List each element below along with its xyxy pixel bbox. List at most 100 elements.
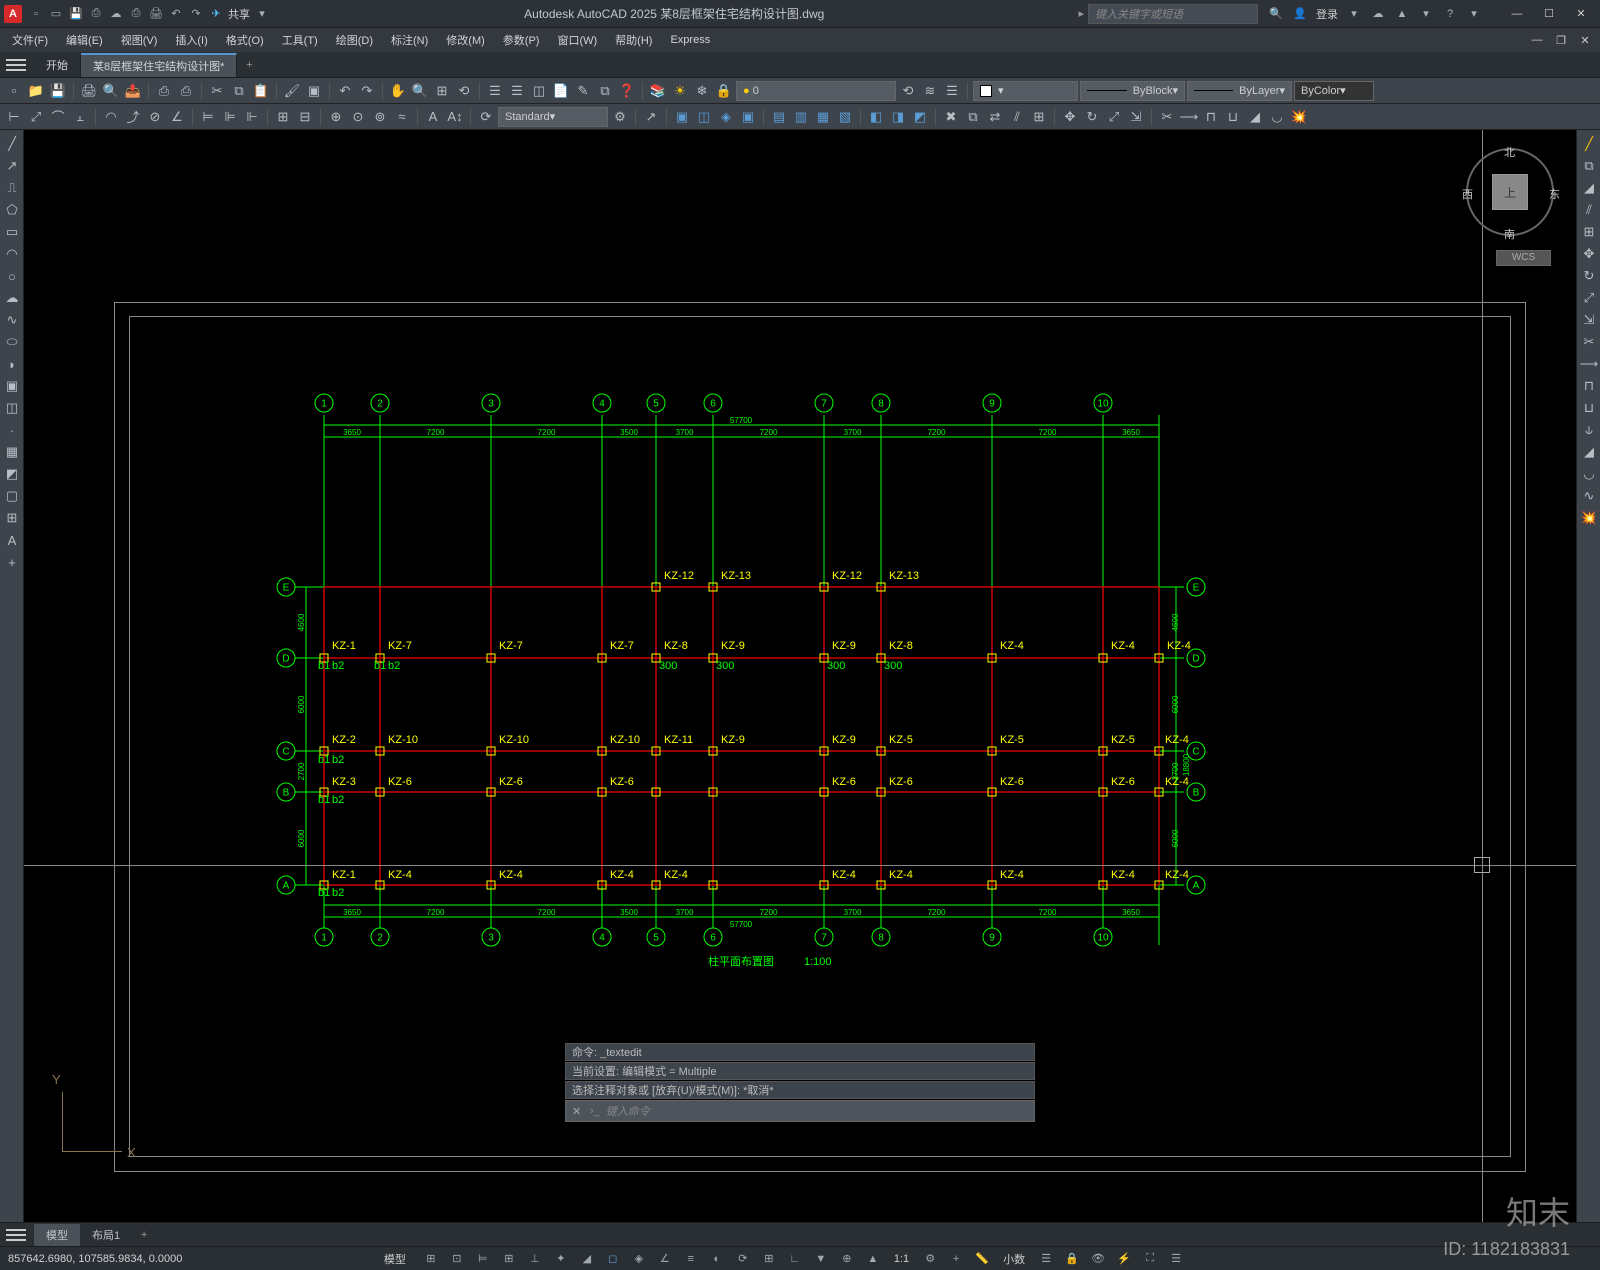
join2-icon[interactable]: ⫝ <box>1579 420 1599 440</box>
layer-state-icon[interactable]: ☀ <box>670 81 690 101</box>
offset2-icon[interactable]: ⫽ <box>1579 200 1599 220</box>
menu-draw[interactable]: 绘图(D) <box>328 30 381 50</box>
iso-icon[interactable]: ◢ <box>576 1249 598 1269</box>
copy-icon[interactable]: ⧉ <box>229 81 249 101</box>
units-icon[interactable]: 📏 <box>971 1249 993 1269</box>
doc-close-icon[interactable]: ✕ <box>1574 28 1596 52</box>
frame-icon[interactable]: ◨ <box>888 107 908 127</box>
selection-cycle-icon[interactable]: ⟳ <box>732 1249 754 1269</box>
annotation-monitor-icon[interactable]: + <box>945 1249 967 1269</box>
zoom-prev-icon[interactable]: ⟲ <box>454 81 474 101</box>
block-icon[interactable]: ▣ <box>304 81 324 101</box>
saveas-icon[interactable]: ⎙ <box>88 6 104 22</box>
plot-icon[interactable]: ⎙ <box>128 6 144 22</box>
tool-palette-icon[interactable]: ◫ <box>529 81 549 101</box>
stretch2-icon[interactable]: ⇲ <box>1579 310 1599 330</box>
lineweight-icon[interactable]: ≡ <box>680 1249 702 1269</box>
save-icon[interactable]: 💾 <box>68 6 84 22</box>
search-input[interactable]: 键入关键字或短语 <box>1088 4 1258 24</box>
status-scale[interactable]: 1:1 <box>894 1253 909 1265</box>
break2-icon[interactable]: ⊔ <box>1579 398 1599 418</box>
polygon-icon[interactable]: ⬠ <box>2 200 22 220</box>
status-model-label[interactable]: 模型 <box>384 1251 406 1267</box>
menu-parametric[interactable]: 参数(P) <box>495 30 548 50</box>
array-icon[interactable]: ⊞ <box>1029 107 1049 127</box>
rotate2-icon[interactable]: ↻ <box>1579 266 1599 286</box>
rotate-icon[interactable]: ↻ <box>1082 107 1102 127</box>
osnap-icon[interactable]: ◻ <box>602 1249 624 1269</box>
scale-icon[interactable]: ⤢ <box>1104 107 1124 127</box>
viewcube-east[interactable]: 东 <box>1549 186 1560 202</box>
join-icon[interactable]: ⊔ <box>1223 107 1243 127</box>
cut-icon[interactable]: ✂ <box>207 81 227 101</box>
dyn-ucs-icon[interactable]: ∟ <box>784 1249 806 1269</box>
adjust-icon[interactable]: ◩ <box>910 107 930 127</box>
sheet-set-icon[interactable]: 📄 <box>551 81 571 101</box>
dim-continue-icon[interactable]: ⊩ <box>242 107 262 127</box>
viewcube[interactable]: 上 北 南 东 西 <box>1466 148 1556 238</box>
scale2-icon[interactable]: ⤢ <box>1579 288 1599 308</box>
line-icon[interactable]: ╱ <box>2 134 22 154</box>
share-label[interactable]: 共享 <box>228 6 250 22</box>
mirror2-icon[interactable]: ◢ <box>1579 178 1599 198</box>
layer-lock-icon[interactable]: 🔒 <box>714 81 734 101</box>
login-dropdown-icon[interactable]: ▾ <box>1346 6 1362 22</box>
extend-icon[interactable]: ⟶ <box>1179 107 1199 127</box>
help2-icon[interactable]: ❓ <box>617 81 637 101</box>
dim-ordinate-icon[interactable]: ⫠ <box>70 107 90 127</box>
print-icon[interactable]: 🖨 <box>148 6 164 22</box>
explode2-icon[interactable]: 💥 <box>1579 508 1599 528</box>
array2-icon[interactable]: ⊞ <box>1579 222 1599 242</box>
menu-view[interactable]: 视图(V) <box>113 30 166 50</box>
login-label[interactable]: 登录 <box>1316 6 1338 22</box>
ellipse-icon[interactable]: ⬭ <box>2 332 22 352</box>
menu-file[interactable]: 文件(F) <box>4 30 56 50</box>
minimize-icon[interactable]: — <box>1502 2 1532 26</box>
break-icon[interactable]: ⊓ <box>1201 107 1221 127</box>
open2-icon[interactable]: 📁 <box>26 81 46 101</box>
grid-icon[interactable]: ⊞ <box>420 1249 442 1269</box>
insert-block-icon[interactable]: ▣ <box>672 107 692 127</box>
ellipse-arc-icon[interactable]: ◗ <box>2 354 22 374</box>
zoom-win-icon[interactable]: ⊞ <box>432 81 452 101</box>
3dosnap-icon[interactable]: ◈ <box>628 1249 650 1269</box>
hatch-icon[interactable]: ▦ <box>2 442 22 462</box>
viewcube-south[interactable]: 南 <box>1504 226 1515 242</box>
tab-model[interactable]: 模型 <box>34 1224 80 1246</box>
polar-icon[interactable]: ✦ <box>550 1249 572 1269</box>
xref-icon[interactable]: ▤ <box>769 107 789 127</box>
preview-icon[interactable]: 🔍 <box>101 81 121 101</box>
snap-icon[interactable]: ⊡ <box>446 1249 468 1269</box>
ortho-icon[interactable]: ⊥ <box>524 1249 546 1269</box>
dim-angular-icon[interactable]: ∠ <box>167 107 187 127</box>
image-icon[interactable]: ▥ <box>791 107 811 127</box>
undo-icon[interactable]: ↶ <box>168 6 184 22</box>
publish-icon[interactable]: 📤 <box>123 81 143 101</box>
doc-restore-icon[interactable]: ❐ <box>1550 28 1572 52</box>
qnew-icon[interactable]: ▫ <box>4 81 24 101</box>
arc-icon[interactable]: ◠ <box>2 244 22 264</box>
dynamic-input-icon[interactable]: ⊞ <box>498 1249 520 1269</box>
cloud-icon[interactable]: ☁ <box>1370 6 1386 22</box>
undo2-icon[interactable]: ↶ <box>335 81 355 101</box>
trim-icon[interactable]: ✂ <box>1157 107 1177 127</box>
clean-screen-icon[interactable]: ⛶ <box>1139 1249 1161 1269</box>
leader-icon[interactable]: ↗ <box>641 107 661 127</box>
quick-properties-icon[interactable]: ☰ <box>1035 1249 1057 1269</box>
fillet2-icon[interactable]: ◡ <box>1579 464 1599 484</box>
dim-diameter-icon[interactable]: ⊘ <box>145 107 165 127</box>
table-icon[interactable]: ⊞ <box>2 508 22 528</box>
erase-icon[interactable]: ✖ <box>941 107 961 127</box>
dimstyle-combo[interactable]: Standard ▾ <box>498 107 608 127</box>
viewcube-face[interactable]: 上 <box>1492 174 1528 210</box>
3d-osnap-icon[interactable]: ⊞ <box>758 1249 780 1269</box>
mtext-icon[interactable]: A <box>2 530 22 550</box>
wcs-dropdown[interactable]: WCS <box>1496 250 1551 266</box>
lock-ui-icon[interactable]: 🔒 <box>1061 1249 1083 1269</box>
tab-active-document[interactable]: 某8层框架住宅结构设计图* <box>81 53 237 77</box>
rectangle-icon[interactable]: ▭ <box>2 222 22 242</box>
move-icon[interactable]: ✥ <box>1060 107 1080 127</box>
app-icon2[interactable]: ▲ <box>1394 6 1410 22</box>
wblock-icon[interactable]: ◈ <box>716 107 736 127</box>
paste-icon[interactable]: 📋 <box>251 81 271 101</box>
